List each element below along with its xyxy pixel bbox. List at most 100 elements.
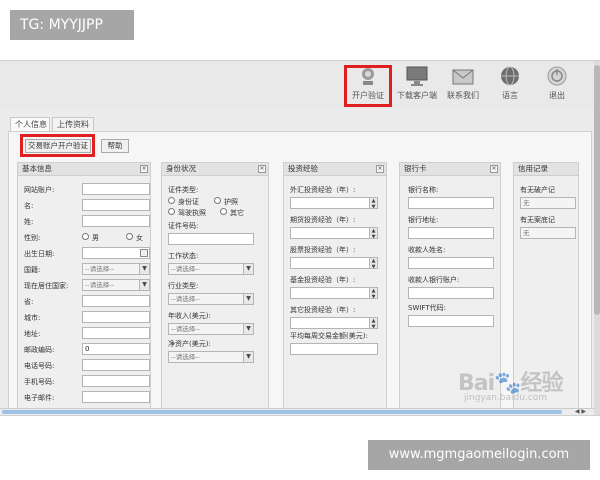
- stocks-experience-stepper[interactable]: ▲ ▼: [290, 257, 378, 269]
- industry-select-value: --请选择--: [171, 295, 200, 303]
- fx-experience-stepper[interactable]: ▲ ▼: [290, 197, 378, 209]
- close-icon[interactable]: ×: [376, 165, 384, 173]
- criminal-record-select[interactable]: 无: [520, 227, 576, 239]
- label-payee-name: 收款人姓名:: [408, 246, 446, 254]
- doc-id-card-radio[interactable]: [168, 197, 175, 204]
- label-province: 省:: [24, 298, 34, 306]
- gender-female-radio[interactable]: [126, 233, 133, 240]
- monitor-icon: [406, 66, 428, 86]
- toolbar-download-client[interactable]: 下载客户端: [392, 65, 442, 105]
- tab-personal-info[interactable]: 个人信息: [10, 117, 50, 131]
- work-select[interactable]: --请选择-- ▼: [168, 263, 254, 275]
- dob-input[interactable]: [82, 247, 150, 259]
- label-account: 网站账户:: [24, 186, 55, 194]
- close-icon[interactable]: ×: [258, 165, 266, 173]
- bank-name-input[interactable]: [408, 197, 494, 209]
- address-input[interactable]: [82, 327, 150, 339]
- label-work: 工作状态:: [168, 252, 199, 260]
- account-input[interactable]: [82, 183, 150, 195]
- spinner-icon[interactable]: ▲ ▼: [369, 228, 377, 238]
- toolbar-language[interactable]: 语言: [485, 65, 535, 105]
- mobile-input[interactable]: [82, 375, 150, 387]
- label-address: 地址:: [24, 330, 41, 338]
- top-toolbar: 开户验证 下载客户端 联系我们 语言 退出: [0, 61, 600, 109]
- bankruptcy-select[interactable]: 无: [520, 197, 576, 209]
- section-credit-header: 信用记录: [514, 163, 578, 176]
- scroll-arrows-icon[interactable]: ◀ ▶: [575, 408, 586, 415]
- weekly-amount-input[interactable]: [290, 343, 378, 355]
- work-select-value: --请选择--: [171, 265, 200, 273]
- horizontal-scrollbar[interactable]: ◀ ▶: [0, 408, 594, 415]
- doc-no-input[interactable]: [168, 233, 254, 245]
- doc-passport-radio[interactable]: [214, 197, 221, 204]
- province-input[interactable]: [82, 295, 150, 307]
- doc-driver-radio[interactable]: [168, 208, 175, 215]
- help-button[interactable]: 帮助: [101, 139, 129, 153]
- toolbar-contact-us[interactable]: 联系我们: [438, 65, 488, 105]
- section-basic-title: 基本信息: [22, 164, 52, 173]
- spinner-icon[interactable]: ▲ ▼: [369, 318, 377, 328]
- doc-other-radio[interactable]: [220, 208, 227, 215]
- label-first-name: 名:: [24, 202, 34, 210]
- label-weekly-amount: 平均每周交易金额(美元):: [290, 332, 368, 340]
- label-income: 年收入(美元):: [168, 312, 211, 320]
- first-name-input[interactable]: [82, 199, 150, 211]
- toolbar-logout[interactable]: 退出: [532, 65, 582, 105]
- close-icon[interactable]: ×: [490, 165, 498, 173]
- label-criminal-record: 有无案底记: [520, 216, 555, 224]
- section-bank-title: 银行卡: [404, 164, 427, 173]
- spinner-icon[interactable]: ▲ ▼: [369, 258, 377, 268]
- spinner-icon[interactable]: ▲ ▼: [369, 198, 377, 208]
- income-select-value: --请选择--: [171, 325, 200, 333]
- income-select[interactable]: --请选择-- ▼: [168, 323, 254, 335]
- globe-icon: [501, 66, 519, 86]
- gender-male-radio[interactable]: [82, 233, 89, 240]
- vertical-scroll-thumb[interactable]: [594, 65, 600, 315]
- funds-experience-stepper[interactable]: ▲ ▼: [290, 287, 378, 299]
- chevron-down-icon: ▼: [243, 264, 253, 274]
- baidu-jingyan-watermark: Bai🐾经验 jingyan.baidu.com: [458, 365, 578, 409]
- mail-icon: [452, 69, 474, 85]
- tab-upload-docs[interactable]: 上传资料: [52, 117, 94, 131]
- section-basic-header: 基本信息 ×: [18, 163, 150, 176]
- nationality-select[interactable]: --请选择-- ▼: [82, 263, 150, 275]
- chevron-down-icon: ▼: [243, 324, 253, 334]
- country-select-value: --请选择--: [85, 281, 114, 289]
- section-credit-title: 信用记录: [518, 164, 548, 173]
- swift-input[interactable]: [408, 315, 494, 327]
- email-input[interactable]: [82, 391, 150, 403]
- label-postcode: 邮政编码:: [24, 346, 55, 354]
- postcode-input[interactable]: 0: [82, 343, 150, 355]
- country-select[interactable]: --请选择-- ▼: [82, 279, 150, 291]
- assets-select[interactable]: --请选择-- ▼: [168, 351, 254, 363]
- industry-select[interactable]: --请选择-- ▼: [168, 293, 254, 305]
- futures-experience-stepper[interactable]: ▲ ▼: [290, 227, 378, 239]
- section-identity-header: 身份状况 ×: [162, 163, 268, 176]
- toolbar-download-label: 下载客户端: [397, 91, 437, 100]
- spinner-icon[interactable]: ▲ ▼: [369, 288, 377, 298]
- horizontal-scroll-thumb[interactable]: [2, 410, 562, 414]
- other-experience-stepper[interactable]: ▲ ▼: [290, 317, 378, 329]
- bank-address-input[interactable]: [408, 227, 494, 239]
- vertical-scrollbar[interactable]: [594, 61, 600, 415]
- toolbar-language-label: 语言: [502, 91, 518, 100]
- calendar-icon[interactable]: [140, 249, 148, 257]
- power-icon: [547, 66, 567, 86]
- label-fx-experience: 外汇投资经验（年）:: [290, 186, 356, 194]
- verify-highlight-box: [344, 65, 392, 107]
- payee-name-input[interactable]: [408, 257, 494, 269]
- last-name-input[interactable]: [82, 215, 150, 227]
- city-input[interactable]: [82, 311, 150, 323]
- label-doc-type: 证件类型:: [168, 186, 199, 194]
- section-identity-title: 身份状况: [166, 164, 196, 173]
- payee-account-input[interactable]: [408, 287, 494, 299]
- toolbar-contact-label: 联系我们: [447, 91, 479, 100]
- label-email: 电子邮件:: [24, 394, 55, 402]
- section-experience-title: 投资经验: [288, 164, 318, 173]
- nationality-select-value: --请选择--: [85, 265, 114, 273]
- chevron-down-icon: ▼: [139, 264, 149, 274]
- chevron-down-icon: ▼: [243, 294, 253, 304]
- open-account-highlight-box: [20, 134, 95, 157]
- phone-input[interactable]: [82, 359, 150, 371]
- close-icon[interactable]: ×: [140, 165, 148, 173]
